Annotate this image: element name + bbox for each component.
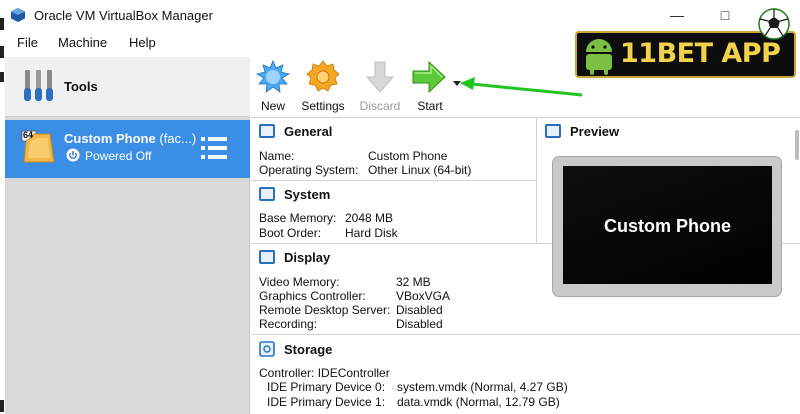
general-title[interactable]: General (284, 124, 332, 139)
menu-help[interactable]: Help (129, 35, 156, 50)
annotation-arrow (460, 77, 583, 97)
details-vertical-divider (536, 118, 537, 243)
storage-title[interactable]: Storage (284, 342, 332, 357)
display-title[interactable]: Display (284, 250, 330, 265)
vm-name-suffix: (fac...) (159, 131, 197, 146)
display-value: 32 MB (396, 275, 431, 289)
storage-icon (259, 341, 275, 357)
window-title: Oracle VM VirtualBox Manager (34, 8, 213, 23)
vm-name: Custom Phone (fac...) (64, 131, 196, 146)
preview-title[interactable]: Preview (570, 124, 619, 139)
system-key: Boot Order: (259, 226, 322, 240)
details-scrollbar[interactable] (795, 130, 799, 160)
toolbar-divider (251, 117, 800, 118)
edge-artifact (0, 18, 4, 30)
display-value: VBoxVGA (396, 289, 451, 303)
general-key: Operating System: (259, 163, 359, 177)
vm-name-main: Custom Phone (64, 131, 156, 146)
general-icon (259, 124, 275, 138)
start-icon[interactable] (411, 60, 447, 94)
system-value: 2048 MB (345, 211, 394, 225)
display-divider (251, 334, 800, 335)
edge-artifact (0, 400, 4, 412)
discard-button: Discard (359, 99, 401, 113)
new-button[interactable]: New (258, 99, 288, 113)
soccer-ball-icon (758, 8, 790, 40)
settings-icon[interactable] (306, 60, 340, 94)
vm-status: Powered Off (85, 149, 152, 163)
settings-button[interactable]: Settings (300, 99, 346, 113)
start-button[interactable]: Start (414, 99, 446, 113)
system-value: Hard Disk (345, 226, 398, 240)
storage-value: data.vmdk (Normal, 12.79 GB) (397, 395, 560, 409)
new-icon[interactable] (256, 60, 290, 94)
general-value: Other Linux (64-bit) (368, 163, 472, 177)
display-value: Disabled (396, 303, 443, 317)
display-value: Disabled (396, 317, 443, 331)
vm-arch-badge: 64 (23, 130, 34, 140)
system-icon (259, 187, 275, 201)
android-icon (586, 39, 612, 75)
display-icon (259, 250, 275, 264)
edge-artifact (0, 72, 4, 82)
system-key: Base Memory: (259, 211, 337, 225)
discard-icon (365, 61, 395, 93)
tools-label: Tools (64, 79, 98, 94)
display-key: Video Memory: (259, 275, 340, 289)
display-key: Recording: (259, 317, 318, 331)
storage-controller: Controller: IDEController (259, 366, 390, 380)
promo-text: 11BET APP (620, 38, 781, 69)
preview-screen-text: Custom Phone (603, 216, 731, 236)
system-title[interactable]: System (284, 187, 330, 202)
virtualbox-icon (11, 8, 25, 22)
minimize-button[interactable]: — (662, 4, 692, 26)
general-divider (251, 180, 536, 181)
preview-icon (545, 124, 561, 138)
general-value: Custom Phone (368, 149, 448, 163)
storage-value: system.vmdk (Normal, 4.27 GB) (397, 380, 568, 394)
tools-icon (24, 70, 53, 101)
menu-machine[interactable]: Machine (58, 35, 107, 50)
storage-key: IDE Primary Device 0: (267, 380, 386, 394)
general-key: Name: (259, 149, 295, 163)
storage-key: IDE Primary Device 1: (267, 395, 386, 409)
vm-menu-icon[interactable] (200, 135, 228, 161)
power-icon (66, 148, 80, 162)
maximize-button[interactable]: □ (710, 4, 740, 26)
menu-file[interactable]: File (17, 35, 38, 50)
display-key: Remote Desktop Server: (259, 303, 391, 317)
display-key: Graphics Controller: (259, 289, 366, 303)
